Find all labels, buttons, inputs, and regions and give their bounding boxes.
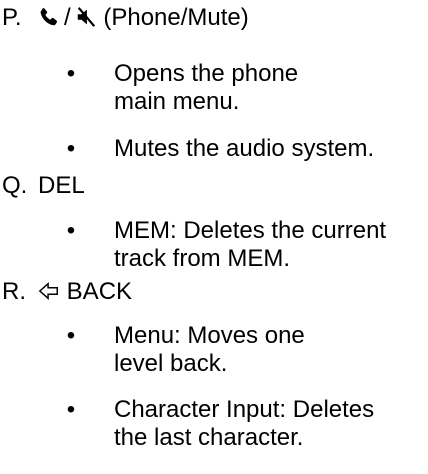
back-arrow-icon bbox=[38, 280, 60, 309]
entry-r-heading: R. BACK bbox=[2, 278, 132, 309]
bullet-text: Menu: Moves one level back. bbox=[114, 322, 414, 378]
bullet-line: Character Input: Deletes bbox=[114, 396, 375, 423]
entry-p-heading: P. / (Phone/Mute) bbox=[2, 4, 249, 35]
bullet-line: Mutes the audio system. bbox=[114, 135, 375, 162]
bullet-icon: • bbox=[66, 217, 76, 244]
bullet-line: Menu: Moves one bbox=[114, 322, 305, 349]
bullet-text: Mutes the audio system. bbox=[114, 135, 414, 163]
bullet-text: Character Input: Deletes the last charac… bbox=[114, 396, 414, 452]
bullet-text: Opens the phone main menu. bbox=[114, 60, 414, 116]
mute-icon bbox=[75, 6, 97, 35]
icon-separator: / bbox=[64, 4, 71, 31]
bullet-line: Opens the phone bbox=[114, 60, 299, 87]
bullet-line: the last character. bbox=[114, 424, 304, 451]
bullet-line: main menu. bbox=[114, 88, 240, 115]
phone-icon bbox=[38, 6, 60, 35]
entry-q-letter: Q. bbox=[2, 172, 28, 199]
bullet-icon: • bbox=[66, 135, 76, 162]
manual-page: P. / (Phone/Mute) • Opens the phone main … bbox=[0, 0, 428, 474]
bullet-icon: • bbox=[66, 322, 76, 349]
bullet-line: MEM: Deletes the current bbox=[114, 217, 387, 244]
bullet-line: track from MEM. bbox=[114, 245, 291, 272]
entry-r-letter: R. bbox=[2, 278, 26, 305]
bullet-icon: • bbox=[66, 60, 76, 87]
entry-q-title: DEL bbox=[38, 172, 85, 199]
entry-p-letter: P. bbox=[2, 4, 22, 31]
entry-q-heading: Q. DEL bbox=[2, 172, 85, 200]
bullet-text: MEM: Deletes the current track from MEM. bbox=[114, 217, 414, 273]
entry-p-title: (Phone/Mute) bbox=[103, 4, 249, 31]
entry-r-title: BACK bbox=[66, 278, 133, 305]
bullet-icon: • bbox=[66, 396, 76, 423]
bullet-line: level back. bbox=[114, 350, 228, 377]
